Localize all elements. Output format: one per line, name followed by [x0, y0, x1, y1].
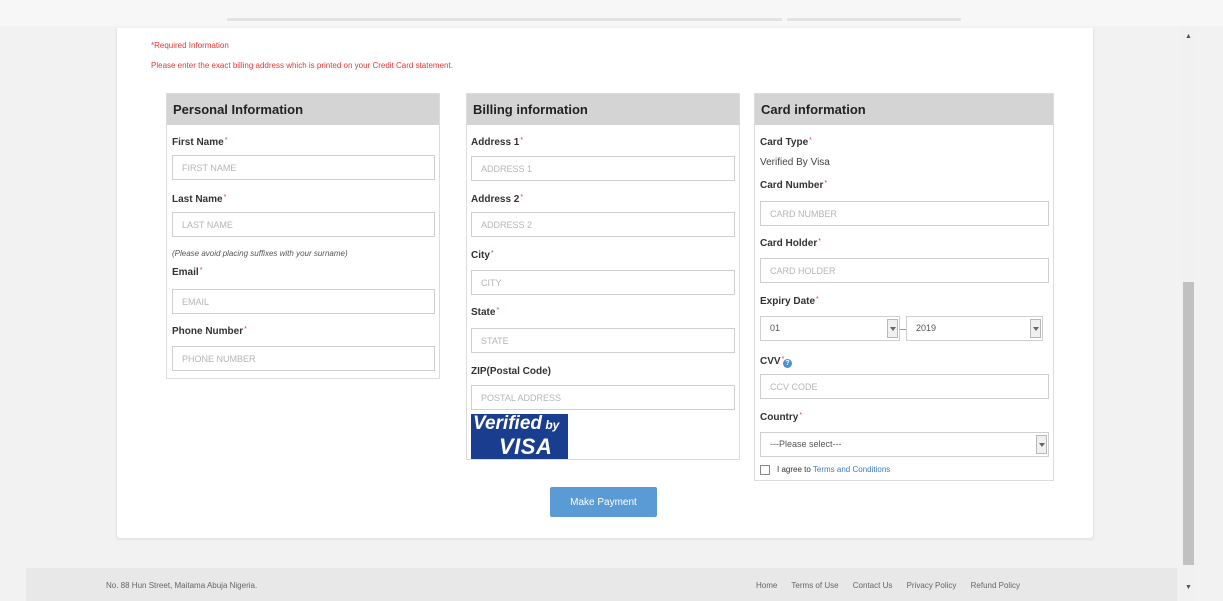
chevron-down-icon[interactable]: [1030, 319, 1041, 338]
address1-input[interactable]: [471, 156, 735, 181]
cvv-input[interactable]: [760, 374, 1049, 399]
country-label: Country*: [760, 412, 803, 423]
city-input[interactable]: [471, 270, 735, 295]
chevron-up-icon[interactable]: ▲: [1184, 32, 1193, 42]
card-holder-label: Card Holder*: [760, 238, 821, 249]
zip-input[interactable]: [471, 385, 735, 410]
expiry-month-value: 01: [770, 323, 781, 333]
card-info-title: Card information: [755, 94, 1053, 125]
country-select[interactable]: ---Please select---: [760, 432, 1049, 457]
city-label: City*: [471, 250, 494, 261]
footer-link-privacy[interactable]: Privacy Policy: [907, 581, 957, 590]
footer-link-contact[interactable]: Contact Us: [853, 581, 893, 590]
expiry-label: Expiry Date*: [760, 296, 819, 307]
state-input[interactable]: [471, 328, 735, 353]
chevron-down-icon[interactable]: [887, 319, 898, 338]
terms-checkbox[interactable]: [760, 465, 770, 475]
scrollbar-thumb[interactable]: [1183, 282, 1194, 565]
make-payment-button[interactable]: Make Payment: [550, 487, 657, 517]
first-name-input[interactable]: [172, 155, 435, 180]
terms-link[interactable]: Terms and Conditions: [813, 465, 890, 474]
chevron-down-icon[interactable]: [1036, 435, 1047, 454]
required-note: *Required Information: [151, 41, 229, 50]
billing-instruction-note: Please enter the exact billing address w…: [151, 61, 453, 70]
footer: No. 88 Hun Street, Maitama Abuja Nigeria…: [26, 568, 1177, 601]
phone-label: Phone Number*: [172, 326, 247, 337]
zip-label: ZIP(Postal Code): [471, 366, 552, 377]
email-input[interactable]: [172, 289, 435, 314]
top-chrome-strip: [0, 0, 1223, 26]
footer-link-refund[interactable]: Refund Policy: [971, 581, 1020, 590]
last-name-input[interactable]: [172, 212, 435, 237]
terms-text: I agree to Terms and Conditions: [777, 465, 891, 474]
billing-info-title: Billing information: [467, 94, 739, 125]
email-label: Email*: [172, 267, 203, 278]
address2-input[interactable]: [471, 212, 735, 237]
top-divider: [787, 18, 961, 21]
expiry-year-value: 2019: [916, 323, 937, 333]
expiry-month-select[interactable]: 01: [760, 316, 900, 341]
verified-by-visa-logo: Verified by VISA: [471, 414, 568, 459]
first-name-label: First Name*: [172, 137, 228, 148]
info-icon[interactable]: ?: [783, 359, 792, 368]
personal-info-title: Personal Information: [167, 94, 439, 125]
cvv-label: CVV*: [760, 356, 785, 367]
surname-hint: (Please avoid placing suffixes with your…: [172, 249, 348, 258]
country-value: ---Please select---: [770, 439, 842, 449]
top-divider: [227, 18, 782, 21]
phone-input[interactable]: [172, 346, 435, 371]
address2-label: Address 2*: [471, 194, 524, 205]
card-type-value: Verified By Visa: [760, 157, 830, 168]
footer-links: Home Terms of Use Contact Us Privacy Pol…: [756, 581, 1032, 590]
chevron-down-icon[interactable]: ▼: [1184, 583, 1193, 593]
card-number-input[interactable]: [760, 201, 1049, 226]
expiry-year-select[interactable]: 2019: [906, 316, 1043, 341]
footer-link-terms[interactable]: Terms of Use: [791, 581, 838, 590]
card-holder-input[interactable]: [760, 258, 1049, 283]
state-label: State*: [471, 307, 500, 318]
card-number-label: Card Number*: [760, 180, 828, 191]
footer-address: No. 88 Hun Street, Maitama Abuja Nigeria…: [106, 581, 258, 590]
address1-label: Address 1*: [471, 137, 524, 148]
last-name-label: Last Name*: [172, 194, 227, 205]
footer-link-home[interactable]: Home: [756, 581, 777, 590]
card-type-label: Card Type*: [760, 137, 812, 148]
